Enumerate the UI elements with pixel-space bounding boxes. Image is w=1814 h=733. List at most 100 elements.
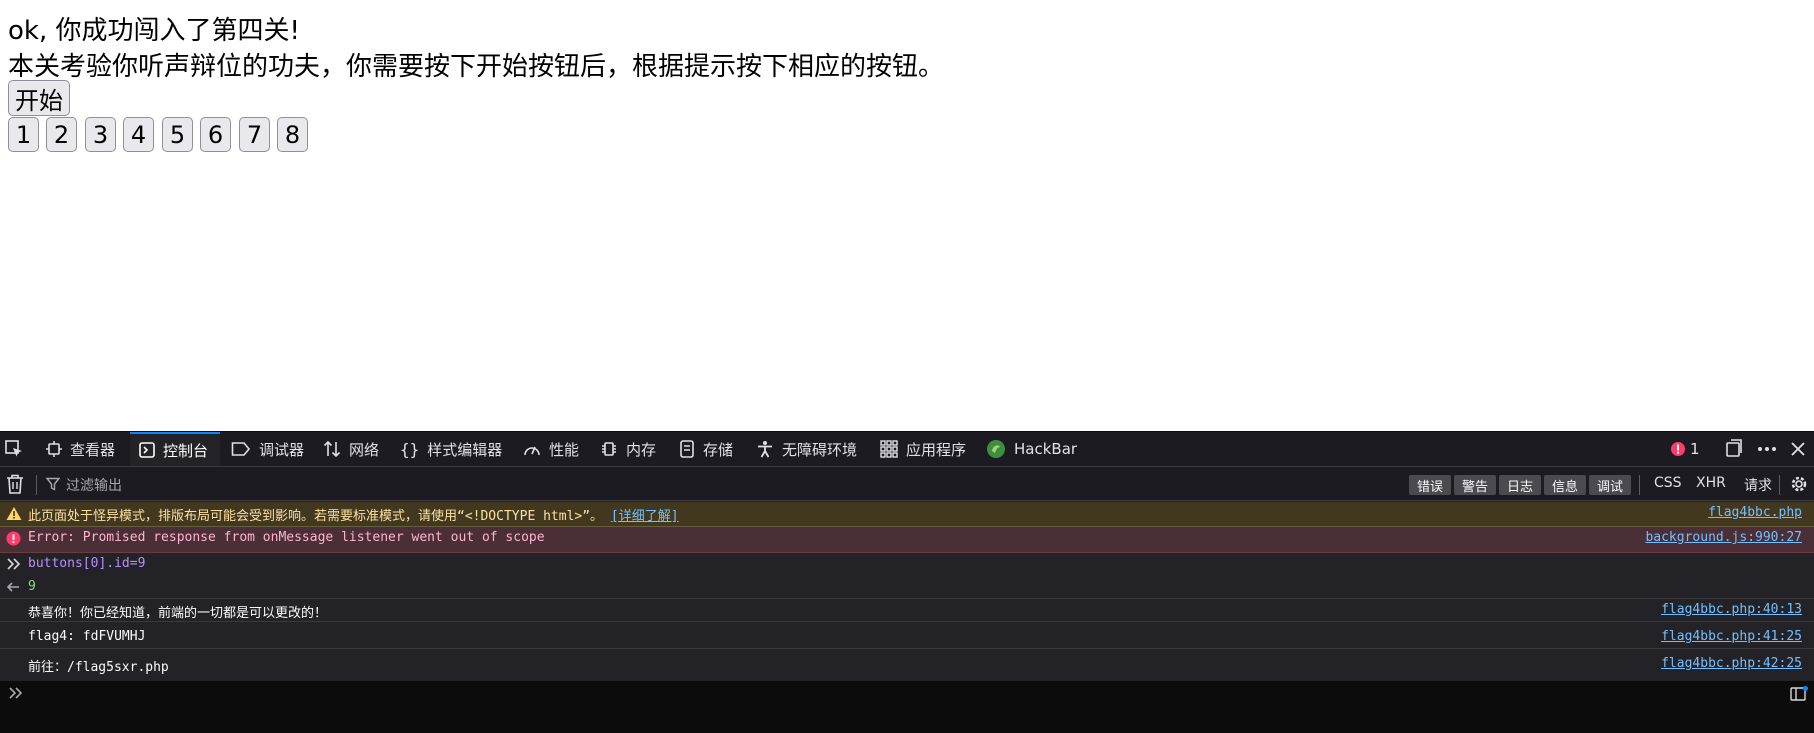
tab-inspector[interactable]: 查看器 — [46, 432, 115, 466]
error-icon — [1671, 442, 1685, 456]
filter-warnings-button[interactable]: 警告 — [1454, 475, 1496, 495]
tab-application-label: 应用程序 — [906, 440, 967, 459]
tab-style-editor-label: 样式编辑器 — [427, 440, 503, 459]
close-icon — [1791, 442, 1805, 456]
console-error-message: Error: Promised response from onMessage … — [0, 527, 1814, 553]
debugger-icon — [231, 442, 251, 456]
console-log-message: 恭喜你！你已经知道，前端的一切都是可以更改的！ flag4bbc.php:40:… — [0, 599, 1814, 622]
storage-icon — [680, 440, 694, 458]
log-source-link[interactable]: flag4bbc.php:40:13 — [1661, 602, 1802, 617]
tab-storage[interactable]: 存储 — [679, 432, 733, 466]
tab-memory-label: 内存 — [626, 440, 657, 459]
log-source-link[interactable]: flag4bbc.php:42:25 — [1661, 656, 1802, 671]
editor-mode-icon — [1790, 686, 1808, 701]
editor-mode-button[interactable] — [1790, 686, 1808, 706]
devtools-tab-bar: 查看器 控制台 调试器 网络 {} 样式编辑器 性能 内存 存储 无障碍环境 应… — [0, 432, 1814, 467]
filter-output-input[interactable]: 过滤输出 — [66, 475, 122, 495]
log-text: 恭喜你！你已经知道，前端的一切都是可以更改的！ — [28, 606, 328, 621]
devtools-panel: 查看器 控制台 调试器 网络 {} 样式编辑器 性能 内存 存储 无障碍环境 应… — [0, 431, 1814, 733]
start-button[interactable]: 开始 — [8, 80, 70, 116]
log-text: flag4: fdFVUMHJ — [28, 629, 146, 644]
tab-storage-label: 存储 — [703, 440, 734, 459]
more-options-icon — [1758, 447, 1776, 451]
filter-debug-button[interactable]: 调试 — [1589, 475, 1631, 495]
filter-errors-button[interactable]: 错误 — [1409, 475, 1451, 495]
number-button-1[interactable]: 1 — [8, 117, 39, 152]
tab-application[interactable]: 应用程序 — [880, 432, 966, 466]
console-command-row: buttons[0].id=9 — [0, 553, 1814, 576]
warning-source-link[interactable]: flag4bbc.php — [1708, 505, 1802, 520]
gear-icon — [1791, 476, 1807, 492]
filter-requests-button[interactable]: 请求 — [1744, 475, 1772, 495]
filter-xhr-button[interactable]: XHR — [1696, 475, 1726, 491]
console-log-message: 前往：/flag5sxr.php flag4bbc.php:42:25 — [0, 653, 1814, 676]
tab-performance-label: 性能 — [549, 440, 580, 459]
tab-network[interactable]: 网络 — [323, 432, 379, 466]
tab-accessibility[interactable]: 无障碍环境 — [756, 432, 857, 466]
tab-hackbar-label: HackBar — [1014, 440, 1078, 458]
error-source-link[interactable]: background.js:990:27 — [1645, 530, 1802, 545]
tab-console[interactable]: 控制台 — [130, 432, 220, 466]
number-button-4[interactable]: 4 — [123, 117, 154, 152]
filter-logs-button[interactable]: 日志 — [1499, 475, 1541, 495]
tab-inspector-label: 查看器 — [70, 440, 116, 459]
tab-debugger[interactable]: 调试器 — [231, 432, 304, 466]
result-arrow-icon — [6, 582, 19, 592]
dock-side-icon — [1726, 439, 1742, 457]
element-picker[interactable] — [4, 432, 30, 466]
clear-console-button[interactable] — [6, 474, 24, 498]
number-button-8[interactable]: 8 — [277, 117, 308, 152]
level-title: ok, 你成功闯入了第四关! — [8, 16, 300, 46]
tab-network-label: 网络 — [349, 440, 380, 459]
filter-icon — [45, 476, 61, 495]
network-icon — [323, 440, 341, 458]
trash-icon — [7, 474, 23, 494]
number-button-3[interactable]: 3 — [85, 117, 116, 152]
console-toolbar: 过滤输出 错误 警告 日志 信息 调试 CSS XHR 请求 — [0, 467, 1814, 501]
command-code: buttons[0].id=9 — [28, 556, 146, 571]
number-button-6[interactable]: 6 — [200, 117, 231, 152]
learn-more-link[interactable]: [详细了解] — [611, 509, 679, 524]
tab-accessibility-label: 无障碍环境 — [782, 440, 858, 459]
toolbar-separator — [36, 475, 37, 495]
application-icon — [880, 440, 898, 458]
command-text: buttons[0].id=9 — [28, 556, 145, 571]
tab-console-label: 控制台 — [163, 441, 209, 460]
error-counter[interactable]: 1 — [1670, 432, 1700, 466]
memory-icon — [602, 442, 616, 456]
prompt-icon — [7, 558, 21, 570]
number-button-2[interactable]: 2 — [46, 117, 77, 152]
filter-css-button[interactable]: CSS — [1654, 475, 1682, 491]
prompt-icon — [9, 687, 23, 699]
hackbar-icon — [987, 440, 1005, 458]
element-picker-icon — [5, 440, 22, 457]
tab-style-editor[interactable]: {} 样式编辑器 — [400, 432, 502, 466]
more-options[interactable] — [1756, 432, 1778, 466]
style-editor-icon: {} — [400, 439, 420, 459]
error-text: Error: Promised response from onMessage … — [28, 530, 545, 545]
log-text: 前往：/flag5sxr.php — [28, 660, 169, 675]
performance-icon — [524, 446, 540, 456]
log-source-link[interactable]: flag4bbc.php:41:25 — [1661, 629, 1802, 644]
warning-text: 此页面处于怪异模式，排版布局可能会受到影响。若需要标准模式，请使用“<!DOCT… — [28, 509, 604, 524]
console-warning-message: 此页面处于怪异模式，排版布局可能会受到影响。若需要标准模式，请使用“<!DOCT… — [0, 502, 1814, 527]
tab-performance[interactable]: 性能 — [523, 432, 579, 466]
page-content: ok, 你成功闯入了第四关! 本关考验你听声辩位的功夫，你需要按下开始按钮后，根… — [0, 0, 1814, 431]
number-button-5[interactable]: 5 — [162, 117, 193, 152]
tab-debugger-label: 调试器 — [259, 440, 305, 459]
accessibility-icon — [758, 441, 772, 458]
number-button-7[interactable]: 7 — [239, 117, 270, 152]
console-icon — [139, 442, 155, 458]
tab-memory[interactable]: 内存 — [600, 432, 656, 466]
inspector-icon — [46, 441, 62, 457]
level-instructions: 本关考验你听声辩位的功夫，你需要按下开始按钮后，根据提示按下相应的按钮。 — [8, 52, 945, 82]
filter-info-button[interactable]: 信息 — [1544, 475, 1586, 495]
console-log-message: flag4: fdFVUMHJ flag4bbc.php:41:25 — [0, 626, 1814, 649]
warning-icon — [6, 507, 22, 520]
console-input[interactable] — [0, 681, 1814, 733]
close-devtools[interactable] — [1790, 432, 1806, 466]
toolbar-separator — [1639, 475, 1640, 495]
dock-toggle[interactable] — [1724, 432, 1744, 466]
console-settings-button[interactable] — [1789, 474, 1809, 498]
tab-hackbar[interactable]: HackBar — [986, 432, 1077, 466]
